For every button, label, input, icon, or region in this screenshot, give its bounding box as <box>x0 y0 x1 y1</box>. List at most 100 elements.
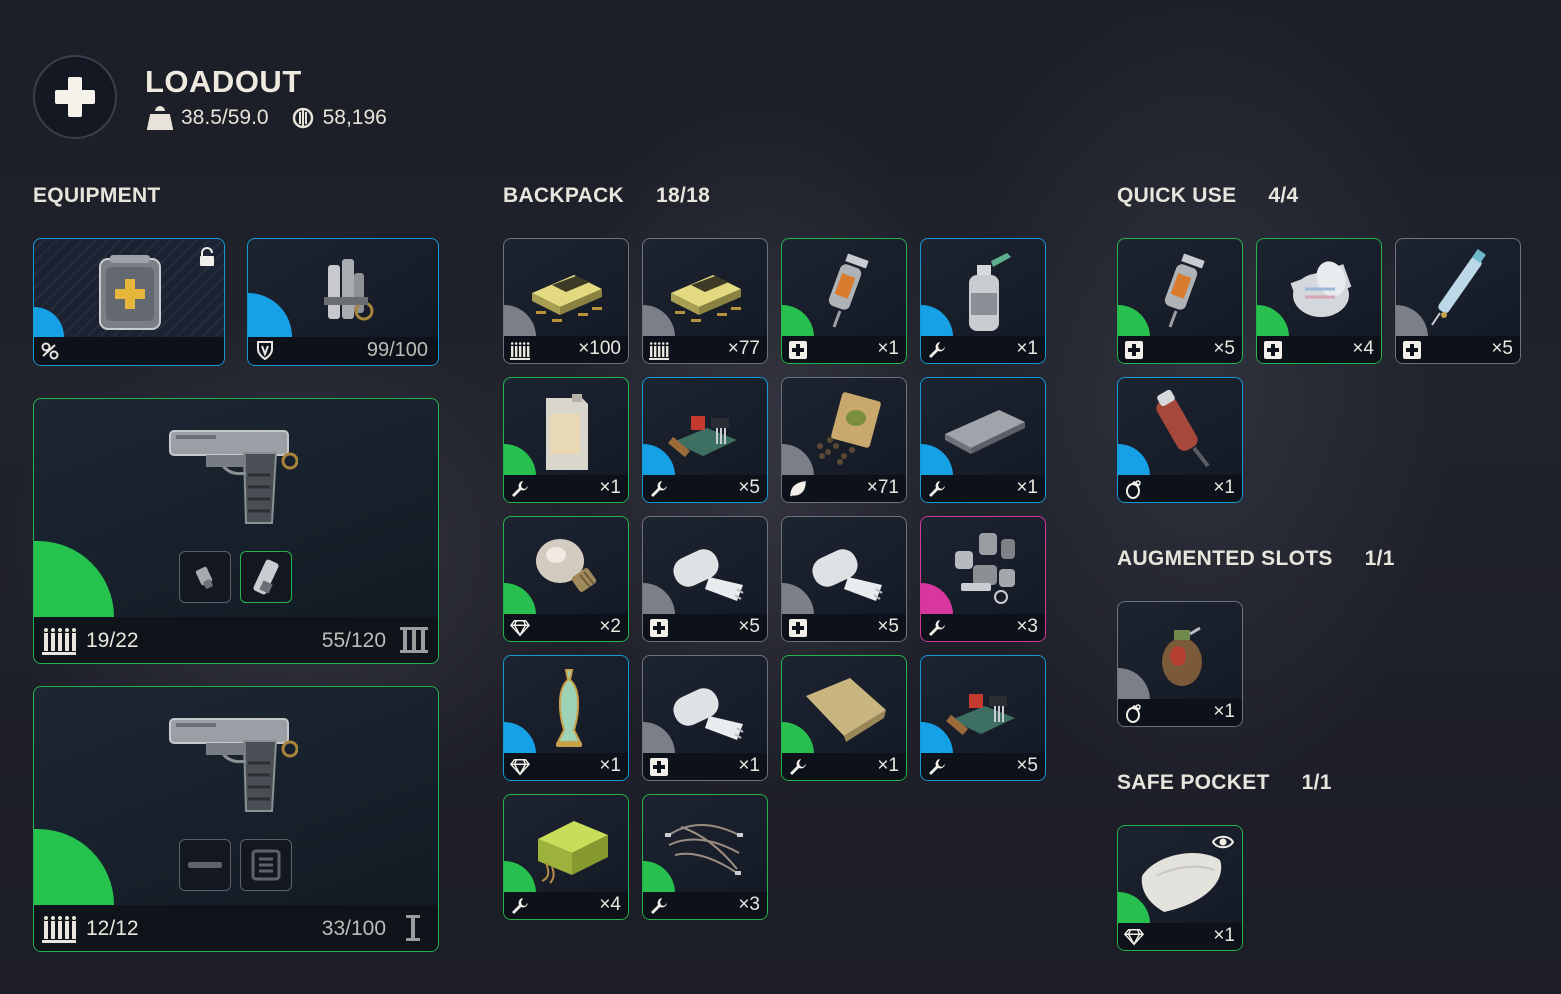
backpack-item-slot[interactable]: ×77 <box>642 238 768 364</box>
ammo-box-image <box>522 249 612 333</box>
backpack-count: 18/18 <box>656 184 711 207</box>
medical-icon <box>1402 341 1422 359</box>
equipment-section-title: EQUIPMENT <box>33 184 161 207</box>
shield-slot[interactable]: 99/100 <box>247 238 439 366</box>
quick-use-item-slot[interactable]: ×5 <box>1117 238 1243 364</box>
item-quantity: ×5 <box>877 616 899 637</box>
ammo-box-image <box>661 249 751 333</box>
flare-image <box>1136 388 1226 472</box>
page-title: LOADOUT <box>145 64 302 99</box>
item-quantity: ×3 <box>738 894 760 915</box>
backpack-item-slot[interactable]: ×2 <box>503 516 629 642</box>
item-quantity: ×5 <box>738 477 760 498</box>
weight-icon <box>147 106 173 130</box>
shield-icon <box>257 341 273 360</box>
augment-slot[interactable] <box>33 238 225 366</box>
backpack-item-slot[interactable]: ×3 <box>920 516 1046 642</box>
weapon-slot-2[interactable]: 12/12 33/100 <box>33 686 439 952</box>
weapon-2-attachment-magazine-empty[interactable] <box>240 839 292 891</box>
item-quantity: ×1 <box>738 755 760 776</box>
augmented-item-slot[interactable]: ×1 <box>1117 601 1243 727</box>
augment-icon <box>41 342 59 360</box>
vase-image <box>522 666 612 750</box>
medical-icon <box>1263 341 1283 359</box>
ammo-icon <box>42 916 76 943</box>
weapon-2-attachment-muzzle-empty[interactable] <box>179 839 231 891</box>
weapon-1-attachment-magazine[interactable] <box>240 551 292 603</box>
bandage-image <box>800 527 890 611</box>
valuable-icon <box>510 758 530 776</box>
weapon-1-durability: 55/120 <box>321 629 386 652</box>
tier-1-icon <box>406 915 420 941</box>
bandage-image <box>661 666 751 750</box>
item-quantity: ×4 <box>599 894 621 915</box>
augmented-section-title: AUGMENTED SLOTS 1/1 <box>1117 547 1395 570</box>
leaf-icon <box>788 480 808 498</box>
wrench-icon <box>788 758 808 776</box>
loadout-logo <box>33 55 117 139</box>
safe-pocket-item-slot[interactable]: ×1 <box>1117 825 1243 951</box>
item-quantity: ×71 <box>866 477 899 498</box>
item-quantity: ×100 <box>578 338 621 359</box>
backpack-item-slot[interactable]: ×71 <box>781 377 907 503</box>
wrench-icon <box>510 480 530 498</box>
quick-use-count: 4/4 <box>1268 184 1299 207</box>
backpack-item-slot[interactable]: ×1 <box>920 377 1046 503</box>
quick-use-item-slot[interactable]: ×1 <box>1117 377 1243 503</box>
injector-image <box>800 249 890 333</box>
valuable-icon <box>1124 928 1144 946</box>
weapon-2-durability: 33/100 <box>321 917 386 940</box>
spray-bottle-image <box>939 249 1029 333</box>
backpack-item-slot[interactable]: ×5 <box>642 516 768 642</box>
wrench-icon <box>927 758 947 776</box>
mechanical-parts-image <box>939 527 1029 611</box>
weapon-1-ammo: 19/22 <box>86 629 139 652</box>
backpack-item-slot[interactable]: ×1 <box>781 655 907 781</box>
backpack-item-slot[interactable]: ×1 <box>503 655 629 781</box>
valuable-icon <box>510 619 530 637</box>
backpack-item-slot[interactable]: ×5 <box>920 655 1046 781</box>
eye-icon[interactable] <box>1211 834 1235 850</box>
backpack-item-slot[interactable]: ×1 <box>642 655 768 781</box>
wrench-icon <box>510 897 530 915</box>
item-quantity: ×4 <box>1352 338 1374 359</box>
wrench-icon <box>927 341 947 359</box>
electronics-image <box>939 666 1029 750</box>
electronics-image <box>661 388 751 472</box>
backpack-item-slot[interactable]: ×5 <box>642 377 768 503</box>
light-bulb-image <box>522 527 612 611</box>
canister-image <box>522 388 612 472</box>
backpack-item-slot[interactable]: ×5 <box>781 516 907 642</box>
backpack-section-title: BACKPACK 18/18 <box>503 184 711 207</box>
item-quantity: ×1 <box>1016 338 1038 359</box>
item-quantity: ×1 <box>1213 925 1235 946</box>
loadout-stats: 38.5/59.0 58,196 <box>147 106 387 130</box>
bandage-roll-image <box>1275 249 1365 333</box>
backpack-item-slot[interactable]: ×100 <box>503 238 629 364</box>
backpack-item-slot[interactable]: ×4 <box>503 794 629 920</box>
medical-icon <box>788 619 808 637</box>
quick-use-section-title: QUICK USE 4/4 <box>1117 184 1299 207</box>
bandage-image <box>661 527 751 611</box>
quick-use-item-slot[interactable]: ×4 <box>1256 238 1382 364</box>
augment-case-image <box>99 255 161 330</box>
pistol-image <box>169 430 298 524</box>
backpack-item-slot[interactable]: ×1 <box>920 238 1046 364</box>
backpack-item-slot[interactable]: ×1 <box>503 377 629 503</box>
item-quantity: ×5 <box>738 616 760 637</box>
lock-icon[interactable] <box>198 247 216 267</box>
weapon-2-ammo: 12/12 <box>86 917 139 940</box>
weight-value: 38.5/59.0 <box>181 106 269 129</box>
pistol-image <box>169 718 298 812</box>
weapon-slot-1[interactable]: 19/22 55/120 <box>33 398 439 664</box>
weapon-1-attachment-muzzle[interactable] <box>179 551 231 603</box>
coin-icon <box>292 107 313 129</box>
wrench-icon <box>927 480 947 498</box>
cloth-image <box>800 666 890 750</box>
backpack-item-slot[interactable]: ×3 <box>642 794 768 920</box>
quick-use-item-slot[interactable]: ×5 <box>1395 238 1521 364</box>
backpack-item-slot[interactable]: ×1 <box>781 238 907 364</box>
grenade-image <box>1136 612 1226 696</box>
ammo-icon <box>42 628 76 655</box>
grenade-icon <box>1124 704 1144 723</box>
